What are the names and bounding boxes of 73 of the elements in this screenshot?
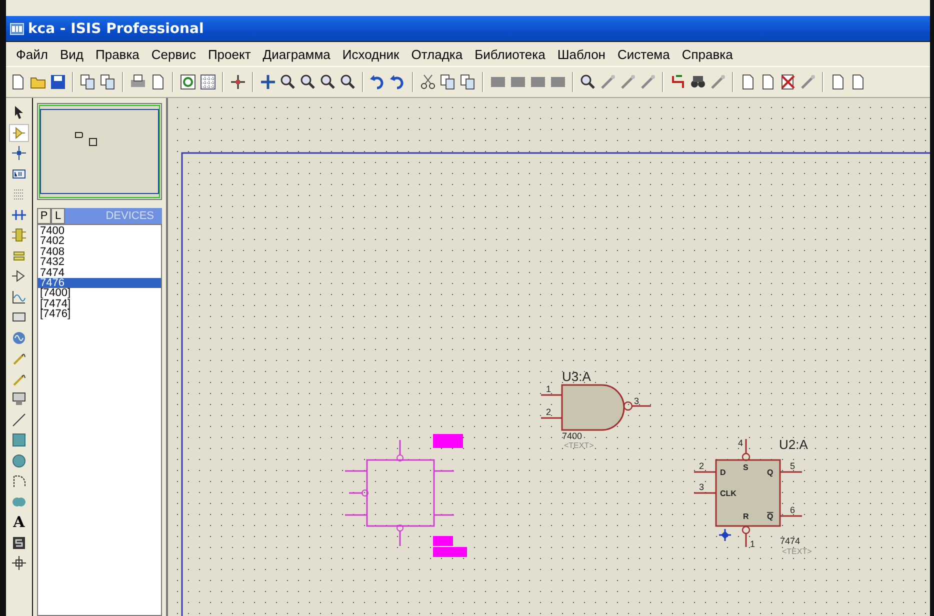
pan-icon[interactable] (260, 74, 276, 90)
print-icon[interactable] (130, 74, 146, 90)
pin-number: 4 (738, 438, 744, 448)
device-item[interactable]: 7408 (38, 246, 161, 258)
device-item[interactable]: [7400] (38, 288, 161, 299)
device-item[interactable]: 7402 (38, 236, 161, 247)
pin-number: 2 (546, 407, 552, 417)
menu-item[interactable]: Проект (202, 46, 257, 62)
schematic-canvas[interactable]: U3:A 1 2 3 7400 <TEXT> U2:A 2 3 5 6 4 1 D CLK Q Q S R 7474 <TEXT> (168, 98, 930, 616)
menu-item[interactable]: Библиотека (468, 46, 552, 62)
device-item[interactable]: 7400 (38, 226, 161, 236)
text-placeholder: <TEXT> (782, 547, 812, 556)
window-title: kca - ISIS Professional (28, 21, 204, 37)
menu-item[interactable]: Система (611, 46, 676, 62)
menu-item[interactable]: Отладка (405, 46, 469, 62)
menu-item[interactable]: Шаблон (551, 46, 612, 62)
cut-icon[interactable] (420, 74, 436, 90)
menu-item[interactable]: Исходник (336, 46, 406, 62)
subcircuit-tool-icon[interactable] (9, 226, 29, 244)
selector-tab[interactable]: P (37, 208, 51, 224)
device-item[interactable]: [7476] (38, 309, 161, 320)
junction-tool-icon[interactable] (9, 144, 29, 162)
save-icon[interactable] (50, 74, 66, 90)
origin-marker-icon (718, 528, 732, 542)
pin-label: Q (767, 512, 774, 521)
menu-item[interactable]: Правка (90, 46, 146, 62)
pin-label: CLK (720, 489, 736, 498)
pin-number: 6 (790, 505, 796, 515)
pin-label: Q (767, 468, 774, 477)
pin-label: R (743, 512, 749, 521)
text-tool-icon[interactable]: A (9, 513, 29, 532)
app-logo-icon (10, 23, 24, 35)
pin-number: 2 (699, 461, 704, 471)
remove-sheet-icon[interactable] (780, 74, 796, 90)
pin-number: 3 (699, 482, 704, 492)
pin-number: 1 (546, 384, 552, 394)
nand-gate-drawing[interactable] (540, 384, 652, 431)
part-number: 7474 (780, 536, 800, 546)
paste-icon[interactable] (460, 74, 476, 90)
copy-icon[interactable] (440, 74, 456, 90)
pin-number: 5 (790, 461, 796, 471)
zoom-in-icon[interactable] (280, 74, 296, 90)
zoom-out-icon[interactable] (300, 74, 316, 90)
pin-number: 1 (750, 539, 756, 549)
overview-window[interactable] (37, 103, 162, 200)
flip-flop-reference: U2:A (779, 437, 808, 452)
devices-header: DEVICES (65, 208, 162, 224)
pin-number: 3 (634, 396, 640, 406)
menu-item[interactable]: Справка (676, 46, 739, 62)
search-icon[interactable] (690, 74, 706, 90)
gate-reference: U3:A (562, 369, 591, 384)
origin-icon[interactable] (230, 74, 246, 90)
zoom-area-icon[interactable] (340, 74, 356, 90)
device-item[interactable]: 7432 (38, 257, 161, 268)
pin-label: D (720, 468, 726, 477)
pick-device-icon[interactable] (580, 74, 596, 90)
menu-item[interactable]: Вид (54, 46, 90, 62)
part-number: 7400 (562, 431, 582, 441)
device-item[interactable]: [7474] (38, 298, 161, 310)
undo-icon[interactable] (370, 74, 386, 90)
new-file-icon[interactable] (10, 74, 26, 90)
menu-item[interactable]: Диаграмма (256, 46, 336, 62)
text-placeholder: <TEXT> (564, 441, 594, 450)
grid-icon[interactable] (200, 74, 216, 90)
menu-item[interactable]: Файл (10, 46, 54, 62)
device-item[interactable]: 7476 (38, 278, 161, 288)
device-item[interactable]: 7474 (38, 268, 161, 278)
zoom-all-icon[interactable] (320, 74, 336, 90)
pin-label: S (743, 463, 748, 472)
component-tool-icon[interactable] (9, 124, 29, 142)
marker-tool-icon[interactable] (9, 554, 29, 572)
selector-tab[interactable]: L (51, 208, 65, 224)
menu-item[interactable]: Сервис (145, 46, 202, 62)
